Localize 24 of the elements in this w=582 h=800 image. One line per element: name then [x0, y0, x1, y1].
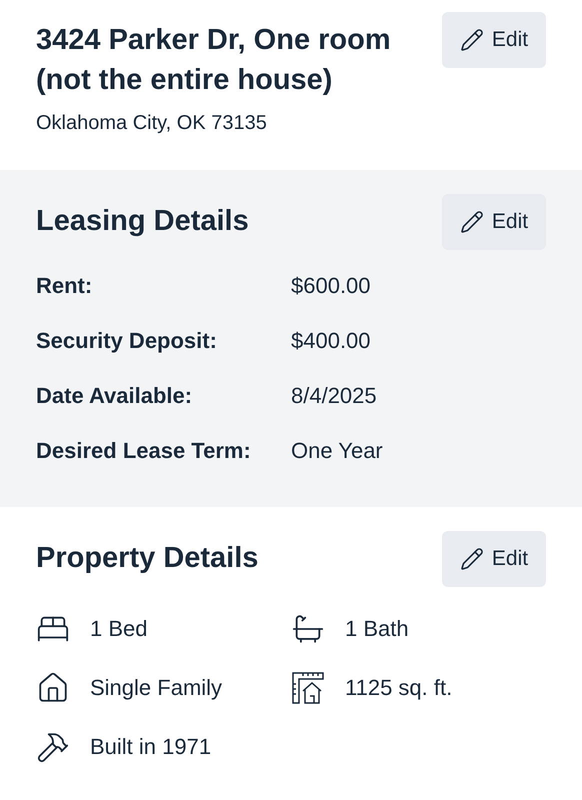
field-value: One Year — [291, 437, 383, 465]
address-title: 3424 Parker Dr, One room (not the entire house) — [36, 23, 392, 98]
section-title: Property Details — [36, 541, 258, 576]
field-value: $600.00 — [291, 272, 371, 300]
pencil-icon — [460, 210, 484, 234]
section-title: Leasing Details — [36, 204, 249, 240]
field-label: Date Available: — [36, 382, 194, 410]
field-label: Security Deposit: — [36, 327, 218, 355]
field-label: Desired Lease Term: — [36, 437, 252, 465]
field-value: 8/4/2025 — [291, 382, 377, 410]
feature-text: 1 Bath — [345, 615, 409, 643]
feature-text: Single Family — [90, 674, 222, 702]
edit-button[interactable]: Edit — [442, 12, 546, 68]
edit-button[interactable]: Edit — [442, 194, 546, 250]
pencil-icon — [460, 547, 484, 571]
ruler-house-icon — [291, 670, 325, 704]
pencil-icon — [460, 28, 484, 52]
field-value: $400.00 — [291, 327, 371, 355]
field-label: Rent: — [36, 272, 94, 300]
edit-button[interactable]: Edit — [442, 531, 546, 587]
feature-text: Built in 1971 — [90, 733, 212, 761]
feature-text: 1 Bed — [90, 615, 148, 643]
city-text: Oklahoma City, OK 73135 — [36, 111, 268, 136]
feature-text: 1125 sq. ft. — [345, 674, 452, 702]
